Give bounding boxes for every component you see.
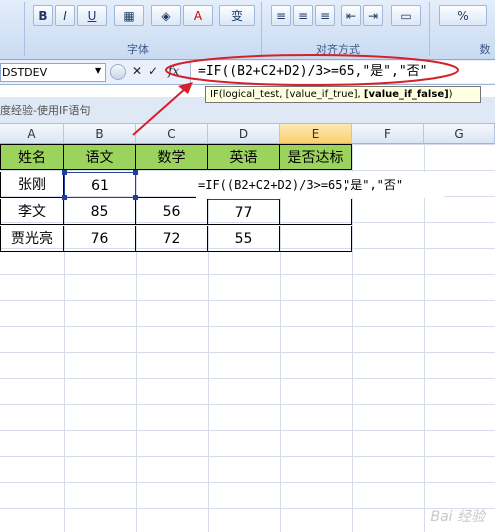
formula-highlight-ellipse — [165, 54, 459, 86]
annotation-overlay — [132, 54, 459, 136]
watermark: Bai 经验 — [430, 509, 485, 525]
annotation-arrow-line — [132, 87, 187, 136]
